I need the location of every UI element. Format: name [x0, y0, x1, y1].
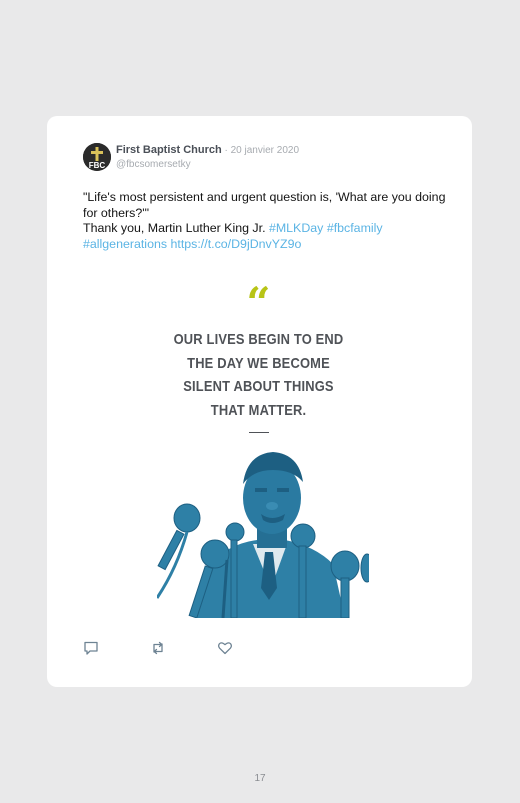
like-button[interactable]: [217, 640, 235, 658]
tweet-link[interactable]: https://t.co/D9jDnvYZ9o: [171, 237, 302, 251]
svg-text:FBC: FBC: [89, 161, 106, 170]
tweet-text: "Life's most persistent and urgent quest…: [83, 190, 453, 252]
quote-divider: [249, 432, 269, 433]
heart-icon: [218, 642, 232, 655]
quote-line: OUR LIVES BEGIN TO END: [173, 331, 344, 348]
user-handle[interactable]: @fbcsomersetky: [116, 159, 191, 170]
quote-text: OUR LIVES BEGIN TO END THE DAY WE BECOME…: [108, 328, 410, 422]
tweet-quote-text: "Life's most persistent and urgent quest…: [83, 190, 446, 220]
retweet-icon: [153, 641, 163, 655]
speaker-photo: [157, 452, 369, 618]
tweet-thanks-text: Thank you, Martin Luther King Jr.: [83, 221, 269, 235]
page-number: 17: [254, 773, 266, 784]
hashtag-allgenerations[interactable]: #allgenerations: [83, 237, 167, 251]
reply-icon: [84, 641, 98, 655]
display-name[interactable]: First Baptist Church: [116, 144, 222, 156]
tweet-media-image[interactable]: “ OUR LIVES BEGIN TO END THE DAY WE BECO…: [83, 272, 434, 622]
church-logo-icon: FBC: [83, 143, 111, 171]
quote-line: SILENT ABOUT THINGS: [183, 378, 334, 395]
reply-button[interactable]: [83, 640, 101, 658]
quote-line: THAT MATTER.: [210, 401, 307, 419]
tweet-date[interactable]: 20 janvier 2020: [231, 145, 299, 156]
hashtag-fbcfamily[interactable]: #fbcfamily: [327, 221, 383, 235]
quote-line: THE DAY WE BECOME: [187, 354, 330, 372]
tweet-actions: [83, 640, 283, 658]
hashtag-mlkday[interactable]: #MLKDay: [269, 221, 323, 235]
avatar[interactable]: FBC: [83, 143, 111, 171]
separator: ·: [221, 145, 231, 156]
quote-mark: “: [246, 278, 271, 327]
retweet-button[interactable]: [150, 640, 168, 658]
tweet-header: First Baptist Church · 20 janvier 2020: [116, 144, 299, 156]
tweet-card: FBC First Baptist Church · 20 janvier 20…: [47, 116, 472, 687]
